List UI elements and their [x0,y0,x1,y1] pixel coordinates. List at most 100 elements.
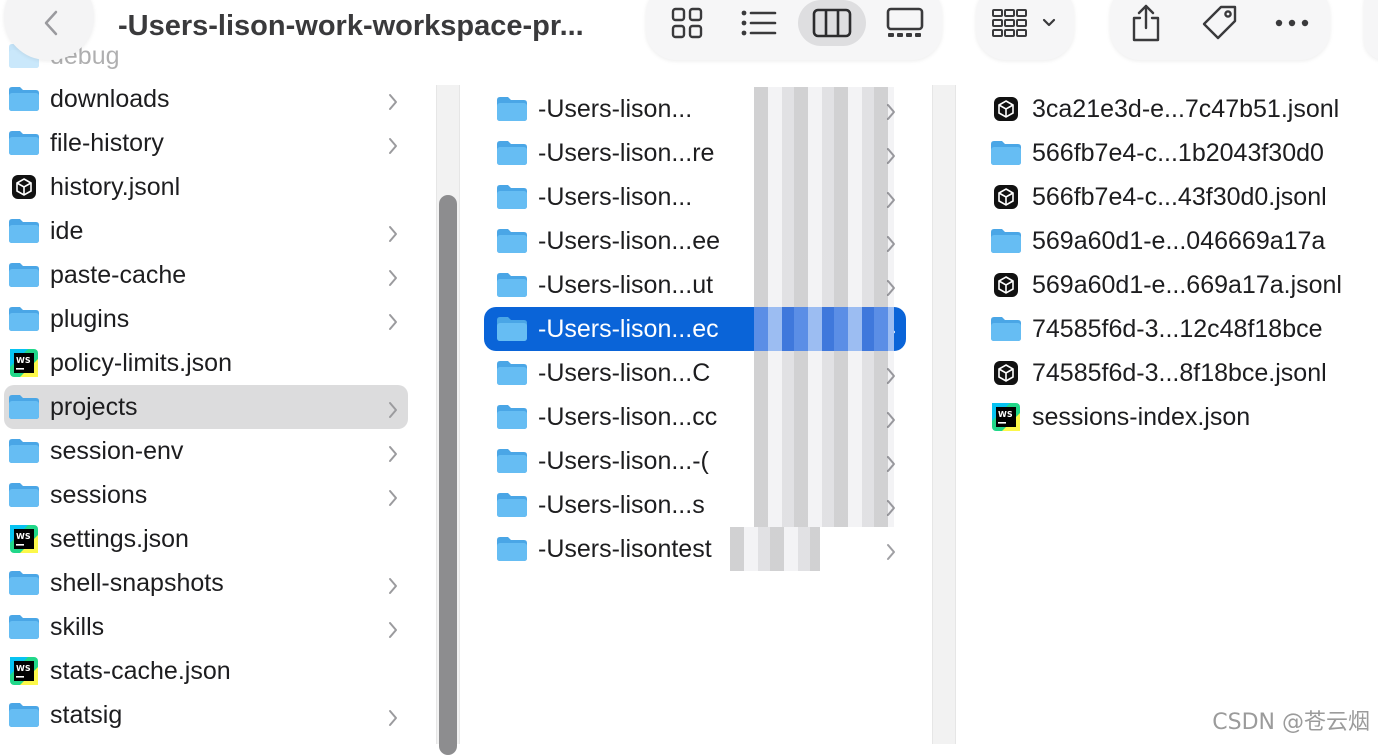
scrollbar-thumb[interactable] [439,195,457,755]
list-item-label: -Users-lison [538,534,672,563]
list-item[interactable]: 74585f6d-3...12c48f18bce [990,307,1376,351]
list-item[interactable]: -Users-lison... -( [484,439,906,483]
chevron-right-icon [388,705,398,734]
actions-group [1110,0,1330,60]
jsonl-file-icon [8,173,40,201]
list-item[interactable]: 566fb7e4-c...1b2043f30d0 [990,131,1376,175]
list-item[interactable]: downloads [4,77,408,121]
list-item[interactable]: plugins [4,297,408,341]
folder-icon [8,481,40,509]
redacted-area [754,351,894,395]
list-item[interactable]: -Users-lison... ee [484,219,906,263]
list-view-button[interactable] [732,0,786,46]
redacted-area [754,219,894,263]
list-item-label: sessions-index.json [1032,402,1251,431]
list-item[interactable]: WS settings.json [4,517,408,561]
share-button[interactable] [1126,0,1166,46]
group-by-button[interactable] [976,0,1074,60]
column-view-button[interactable] [798,0,866,46]
list-item-label: -Users-lison... [538,226,693,255]
chevron-right-icon [388,573,398,602]
list-item-selected[interactable]: projects [4,385,408,429]
webstorm-file-icon: WS [8,349,40,377]
projects-column-scrollbar[interactable] [932,85,956,744]
list-item[interactable]: 569a60d1-e...046669a17a [990,219,1376,263]
list-item[interactable]: WS sessions-index.json [990,395,1376,439]
list-item[interactable]: history.jsonl [4,165,408,209]
back-button[interactable] [4,0,94,60]
list-item-label: paste-cache [50,260,187,289]
list-item[interactable]: 566fb7e4-c...43f30d0.jsonl [990,175,1376,219]
more-button[interactable] [1270,0,1314,46]
group-dropdown[interactable] [1038,0,1060,46]
watermark: CSDN @苍云烟 [1212,710,1370,735]
list-item[interactable]: shell-snapshots [4,561,408,605]
grid-view-icon [671,7,703,39]
group-button[interactable] [990,0,1030,46]
list-item-label: 3ca21e3d-e...7c47b51.jsonl [1032,94,1340,123]
parent-column-scrollbar[interactable] [436,85,460,755]
list-item-label-suffix: -( [692,446,709,475]
list-item[interactable]: 3ca21e3d-e...7c47b51.jsonl [990,87,1376,131]
folder-icon [8,613,40,641]
list-item[interactable]: WS policy-limits.json [4,341,408,385]
list-item[interactable]: session-env [4,429,408,473]
chevron-right-icon [886,539,896,568]
list-item[interactable]: sessions [4,473,408,517]
list-item-label: -Users-lison... [538,402,693,431]
search-button-partial[interactable] [1364,0,1378,60]
list-item[interactable]: -Users-lison... [484,175,906,219]
grid-view-button[interactable] [662,0,712,46]
list-item[interactable]: -Users-lison... cc [484,395,906,439]
list-item[interactable]: -Users-lison test [484,527,906,571]
gallery-view-button[interactable] [878,0,932,46]
folder-icon [8,85,40,113]
list-item[interactable]: 569a60d1-e...669a17a.jsonl [990,263,1376,307]
folder-icon [496,271,528,299]
folder-icon [990,139,1022,167]
folder-icon [496,227,528,255]
redacted-area [754,395,894,439]
chevron-right-icon [388,441,398,470]
list-item[interactable]: -Users-lison... s [484,483,906,527]
chevron-right-icon [388,617,398,646]
list-item[interactable]: paste-cache [4,253,408,297]
redacted-area [754,263,894,307]
list-item[interactable]: ide [4,209,408,253]
list-item[interactable]: -Users-lison... [484,87,906,131]
list-item[interactable]: WS stats-cache.json [4,649,408,693]
list-item-label: session-env [50,436,184,465]
list-item-label: settings.json [50,524,189,553]
list-item-label: -Users-lison... [538,182,693,211]
list-item-label: policy-limits.json [50,348,232,377]
redacted-area [754,307,894,351]
tag-button[interactable] [1198,0,1242,46]
list-item[interactable]: skills [4,605,408,649]
list-item[interactable]: -Users-lison... ut [484,263,906,307]
list-item[interactable]: 74585f6d-3...8f18bce.jsonl [990,351,1376,395]
back-chevron-icon [44,10,58,36]
list-item-label: history.jsonl [50,172,181,201]
list-item-label: file-history [50,128,164,157]
list-item-label: projects [50,392,138,421]
list-item[interactable]: -Users-lison... re [484,131,906,175]
webstorm-file-icon: WS [990,403,1022,431]
list-item-label: sessions [50,480,148,509]
list-item-label-suffix: ut [692,270,714,299]
redacted-area [754,175,894,219]
view-mode-group [646,0,942,60]
folder-icon [8,393,40,421]
list-item-label: 74585f6d-3...8f18bce.jsonl [1032,358,1327,387]
list-item-label: 569a60d1-e...046669a17a [1032,226,1326,255]
jsonl-file-icon [990,95,1022,123]
list-item-selected[interactable]: -Users-lison... ec [484,307,906,351]
list-item[interactable]: file-history [4,121,408,165]
folder-icon [8,217,40,245]
list-item[interactable]: statsig [4,693,408,737]
list-item[interactable]: -Users-lison... C [484,351,906,395]
list-item-label: -Users-lison... [538,270,693,299]
more-icon [1275,19,1309,27]
list-item-label: -Users-lison... [538,446,693,475]
svg-text:WS: WS [998,410,1013,419]
toolbar: -Users-lison-work-workspace-pr... [0,0,1378,60]
